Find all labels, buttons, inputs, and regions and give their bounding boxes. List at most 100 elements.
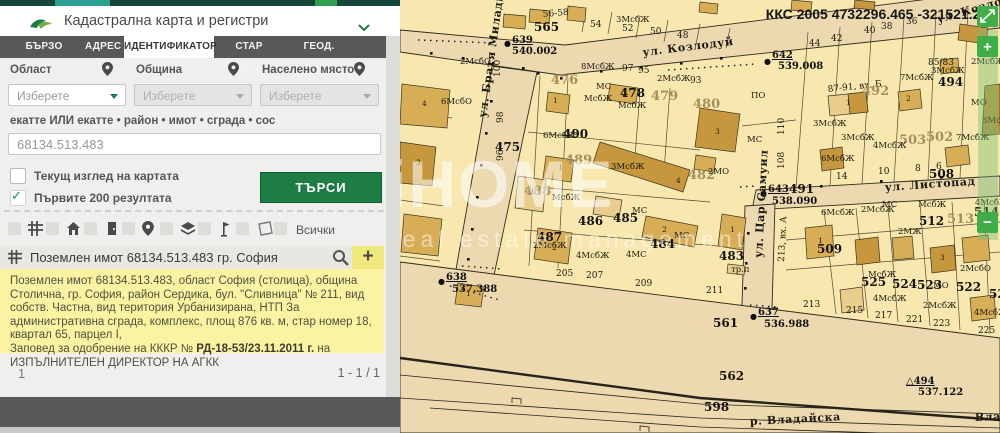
parcel-details: Поземлен имот 68134.513.483, област Софи… bbox=[0, 269, 384, 353]
layer-checkbox-layers[interactable] bbox=[160, 222, 173, 235]
map-label: МсбЖ bbox=[868, 269, 897, 280]
map-label: 491 bbox=[789, 182, 814, 196]
map-label: 1 bbox=[846, 98, 851, 107]
map-label: 54 bbox=[590, 20, 602, 30]
map-label: 223 bbox=[933, 319, 950, 329]
tab-quick-search[interactable]: БЪРЗО ТЪРСЕНЕ bbox=[5, 36, 83, 58]
map-label: МсбЖ bbox=[552, 192, 581, 203]
map-label: 93 bbox=[690, 76, 702, 86]
map-label: 1 bbox=[818, 236, 823, 245]
map-label: 4МсбЖ bbox=[873, 293, 907, 304]
map-label: 2 bbox=[662, 225, 667, 234]
map-label: 7МсбЖ bbox=[900, 72, 934, 83]
layer-checkbox-all[interactable] bbox=[274, 222, 287, 235]
map-label: 213 bbox=[803, 300, 820, 310]
flag-icon bbox=[218, 221, 234, 237]
zoom-slider-track[interactable] bbox=[978, 30, 998, 240]
map-label: ● bbox=[504, 39, 511, 48]
municipality-pin-icon[interactable] bbox=[228, 62, 239, 81]
map-label: 221 bbox=[906, 315, 923, 325]
panel-scrollbar[interactable] bbox=[386, 36, 400, 397]
cadastre-app: Кадастрална карта и регистри БЪРЗО ТЪРСЕ… bbox=[0, 0, 1000, 433]
map-label: 207 bbox=[586, 271, 603, 281]
map-label: МсбЖ bbox=[618, 100, 647, 111]
identifier-hint-label: екатте ИЛИ екатте • район • имот • сград… bbox=[10, 115, 275, 127]
map-label: 215 bbox=[846, 306, 863, 316]
chevron-down-icon[interactable] bbox=[358, 19, 370, 37]
first-200-label: Първите 200 резултата bbox=[34, 191, 172, 205]
map-label: 209 bbox=[635, 279, 652, 289]
map-label: 10 bbox=[878, 167, 890, 177]
map-label: 3МсбЖ bbox=[611, 161, 645, 172]
map-label: тр.п bbox=[731, 265, 750, 275]
tab-geodesic-basis[interactable]: ГЕОД. ОСНОВА bbox=[284, 36, 354, 58]
map-label: 476 bbox=[551, 73, 578, 88]
map-label: 52 bbox=[622, 24, 633, 34]
map-label: 537.388 bbox=[452, 284, 497, 295]
search-button[interactable]: ТЪРСИ bbox=[260, 172, 382, 203]
cadastral-map[interactable]: ул. Козлодуйул. Козлодуйул. Листопадул. … bbox=[400, 0, 1000, 433]
map-label: 38 bbox=[881, 22, 893, 32]
map-label: МсбЖ bbox=[918, 199, 947, 210]
map-label: 489 bbox=[565, 153, 592, 168]
plus-icon: + bbox=[362, 246, 373, 267]
current-view-label: Текущ изглед на картата bbox=[34, 169, 179, 183]
tab-address[interactable]: АДРЕС bbox=[85, 36, 121, 58]
layer-checkbox-parcel[interactable] bbox=[8, 222, 21, 235]
map-label: 3 bbox=[940, 253, 945, 262]
coordinates-readout: ККС 2005 4732296.465 -321521.258 bbox=[766, 6, 996, 22]
agency-logo-icon bbox=[28, 16, 54, 35]
map-label: 486 bbox=[578, 214, 603, 228]
approval-order-number: РД-18-53/23.11.2011 г. bbox=[196, 343, 314, 355]
map-label: 6МсбЖ bbox=[543, 130, 577, 141]
map-label: 598 bbox=[704, 400, 729, 414]
tab-identifier[interactable]: ИДЕНТИФИКАТОР bbox=[124, 36, 214, 58]
region-pin-icon[interactable] bbox=[102, 62, 113, 81]
door-icon bbox=[104, 221, 120, 237]
map-label: 513 bbox=[947, 212, 974, 227]
map-label: 1 bbox=[466, 289, 471, 298]
map-label: 211 bbox=[706, 286, 723, 296]
layer-checkbox-polygon[interactable] bbox=[236, 222, 249, 235]
map-label: 6МсбЖ bbox=[821, 153, 855, 164]
region-select[interactable]: Изберете bbox=[8, 84, 126, 106]
map-label: 494 bbox=[938, 75, 963, 89]
map-label: 538.090 bbox=[772, 196, 817, 207]
all-layers-label: Всички bbox=[296, 223, 335, 237]
page-number[interactable]: 1 bbox=[18, 366, 25, 381]
result-row[interactable]: Поземлен имот 68134.513.483 гр. София + bbox=[0, 246, 384, 269]
tab-old-identifier[interactable]: СТАР ИДЕНТ. bbox=[218, 36, 280, 58]
panel-footer-bar bbox=[0, 397, 400, 427]
map-label: 512 bbox=[919, 214, 944, 228]
layer-checkbox-address[interactable] bbox=[122, 222, 135, 235]
check-icon: ✓ bbox=[11, 188, 22, 204]
home-icon bbox=[66, 221, 82, 237]
map-label: 2МсбО bbox=[960, 263, 991, 274]
map-label: ● bbox=[750, 312, 757, 321]
pagination-range: 1 - 1 / 1 bbox=[338, 366, 380, 380]
search-icon[interactable] bbox=[332, 249, 349, 271]
pin-icon bbox=[142, 221, 158, 237]
layer-checkbox-entrance[interactable] bbox=[84, 222, 97, 235]
map-label: 4 bbox=[676, 176, 681, 185]
map-label: 100 bbox=[493, 60, 503, 77]
map-label: 50 bbox=[650, 27, 662, 37]
map-label: 44 bbox=[809, 39, 821, 49]
panel-header: Кадастрална карта и регистри bbox=[0, 6, 400, 36]
search-panel: Кадастрална карта и регистри БЪРЗО ТЪРСЕ… bbox=[0, 0, 400, 433]
search-tabs: БЪРЗО ТЪРСЕНЕ АДРЕС ИДЕНТИФИКАТОР СТАР И… bbox=[0, 36, 400, 58]
settlement-select[interactable]: Изберете bbox=[260, 84, 379, 106]
municipality-select[interactable]: Изберете bbox=[134, 84, 252, 106]
map-label: 4МсбЖ bbox=[974, 307, 1000, 318]
map-label: 205 bbox=[556, 269, 573, 279]
map-label: 1 bbox=[553, 96, 558, 105]
map-label: ● bbox=[438, 277, 445, 286]
layer-checkbox-building[interactable] bbox=[46, 222, 59, 235]
add-to-map-button[interactable]: + bbox=[352, 246, 384, 269]
settlement-pin-icon[interactable] bbox=[354, 62, 365, 81]
map-label: ● bbox=[764, 57, 771, 66]
identifier-input[interactable]: 68134.513.483 bbox=[8, 133, 381, 155]
map-label: МС bbox=[674, 231, 689, 241]
current-view-checkbox[interactable] bbox=[10, 168, 26, 184]
layer-checkbox-point[interactable] bbox=[198, 222, 211, 235]
